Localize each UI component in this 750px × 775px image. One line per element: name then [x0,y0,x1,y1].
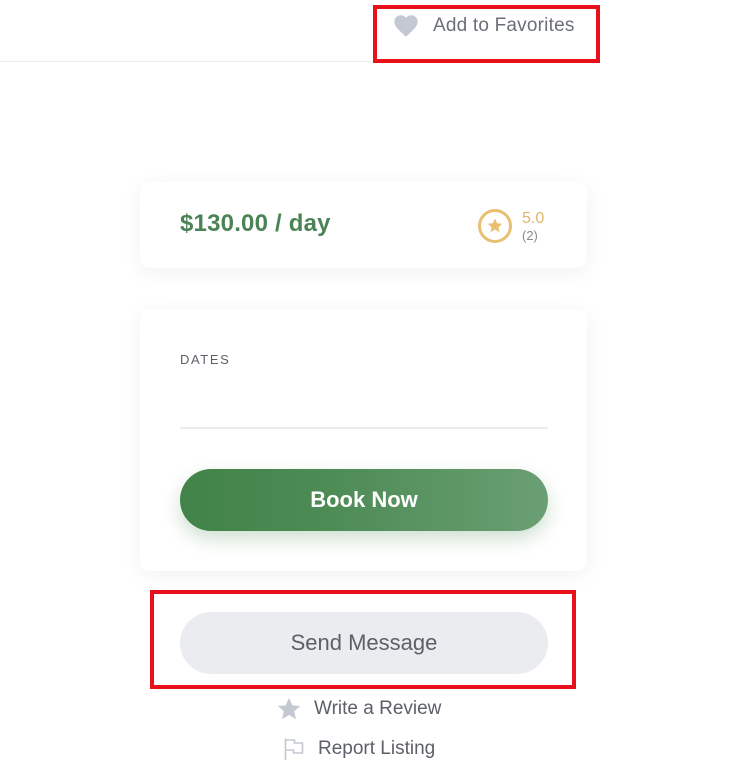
report-listing-link[interactable]: Report Listing [282,737,435,761]
rating-count: (2) [522,227,538,243]
rating-score: 5.0 [522,209,545,227]
write-review-label: Write a Review [314,698,442,719]
rating-badge: 5.0 (2) [477,208,544,244]
star-circle-icon [478,209,512,243]
dates-input[interactable] [180,377,548,429]
add-to-favorites-link[interactable]: Add to Favorites [392,12,575,40]
report-listing-label: Report Listing [318,738,436,759]
top-bar: Add to Favorites [0,0,598,62]
book-now-button[interactable]: Book Now [180,469,548,531]
dates-label: DATES [180,352,231,367]
add-to-favorites-label: Add to Favorites [433,15,575,36]
booking-card: DATES Book Now [140,309,587,571]
send-message-button[interactable]: Send Message [180,612,548,674]
write-review-link[interactable]: Write a Review [276,696,441,722]
flag-icon [284,738,304,760]
price-card: $130.00 / day 5.0 (2) [140,182,587,268]
star-icon [277,697,301,720]
heart-icon [394,15,418,37]
price-per-day: $130.00 / day [180,210,331,237]
